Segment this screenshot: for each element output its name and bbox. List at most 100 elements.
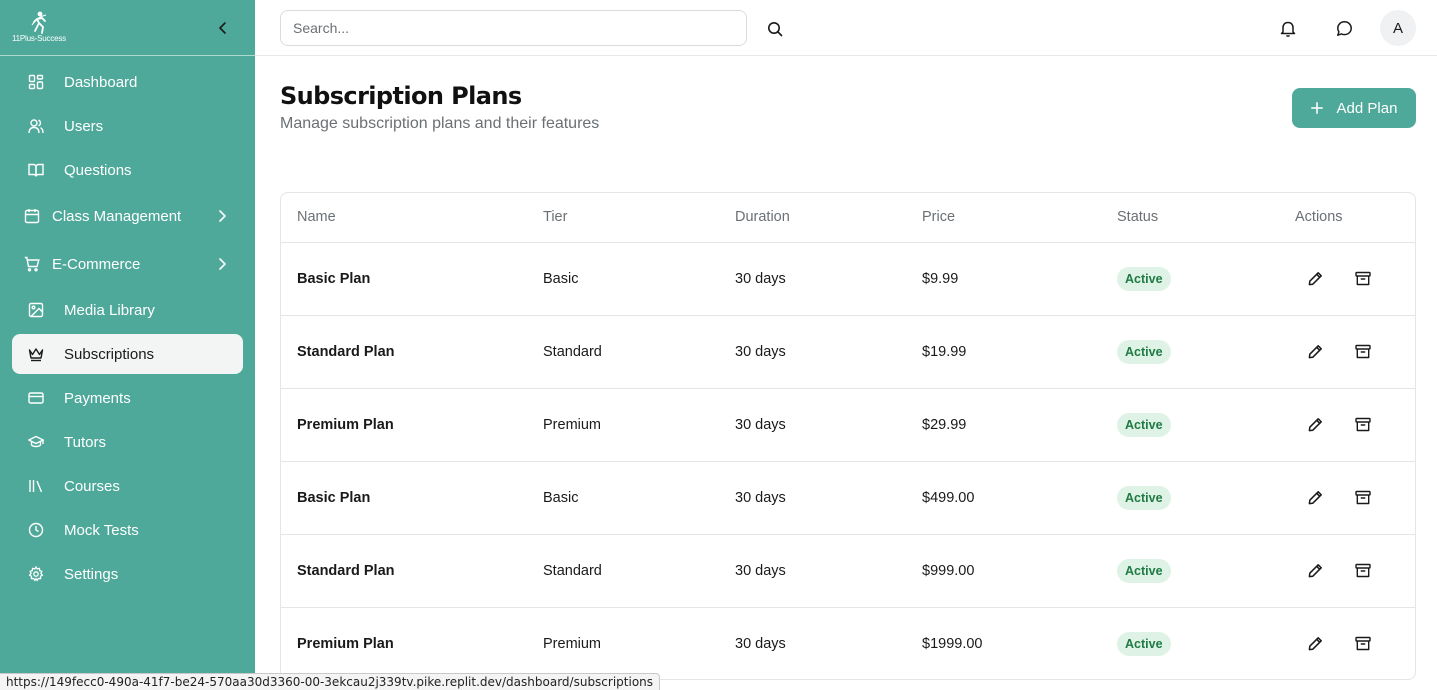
plan-tier: Premium <box>543 635 602 652</box>
actions-cell <box>1295 242 1415 315</box>
edit-button[interactable] <box>1303 340 1327 364</box>
image-icon <box>28 302 44 318</box>
archive-button[interactable] <box>1351 486 1375 510</box>
sidebar-item-label: Media Library <box>64 301 155 319</box>
sidebar-item-settings[interactable]: Settings <box>12 554 243 594</box>
edit-button[interactable] <box>1303 559 1327 583</box>
table-row: Standard Plan Standard 30 days $19.99 Active <box>281 315 1415 388</box>
brand-logo[interactable]: 11Plus-Success <box>12 11 74 45</box>
plan-price: $999.00 <box>922 562 975 579</box>
edit-button[interactable] <box>1303 267 1327 291</box>
archive-button[interactable] <box>1351 559 1375 583</box>
notifications-button[interactable] <box>1276 16 1300 40</box>
column-header-price: Price <box>922 193 1117 243</box>
plan-duration: 30 days <box>735 343 786 360</box>
status-cell: Active <box>1117 534 1295 607</box>
sidebar-item-payments[interactable]: Payments <box>12 378 243 418</box>
sidebar-item-media-library[interactable]: Media Library <box>12 290 243 330</box>
plan-duration: 30 days <box>735 416 786 433</box>
actions-cell <box>1295 534 1415 607</box>
pencil-icon <box>1308 490 1323 505</box>
archive-button[interactable] <box>1351 267 1375 291</box>
plan-price: $19.99 <box>922 343 967 360</box>
sidebar-item-courses[interactable]: Courses <box>12 466 243 506</box>
sidebar-item-subscriptions[interactable]: Subscriptions <box>12 334 243 374</box>
plans-table: Name Tier Duration Price Status Actions … <box>280 192 1416 680</box>
status-cell: Active <box>1117 461 1295 534</box>
collapse-sidebar-button[interactable] <box>213 18 233 38</box>
sidebar-nav: Dashboard Users Questions Class Manageme… <box>12 62 243 598</box>
runner-logo-icon <box>31 11 47 34</box>
actions-cell <box>1295 461 1415 534</box>
column-header-duration: Duration <box>735 193 922 243</box>
book-icon <box>28 162 44 178</box>
table-row: Premium Plan Premium 30 days $29.99 Active <box>281 388 1415 461</box>
sidebar-item-questions[interactable]: Questions <box>12 150 243 190</box>
sidebar-header: 11Plus-Success <box>0 0 255 56</box>
table-row: Premium Plan Premium 30 days $1999.00 Active <box>281 607 1415 679</box>
search-button[interactable] <box>764 18 786 40</box>
column-header-name: Name <box>281 193 543 243</box>
sidebar-item-label: Class Management <box>52 207 182 225</box>
plan-price: $1999.00 <box>922 635 983 652</box>
archive-icon <box>1355 490 1371 505</box>
sidebar-item-label: Courses <box>64 477 120 495</box>
crown-icon <box>28 346 44 362</box>
status-badge: Active <box>1117 485 1171 510</box>
plan-duration: 30 days <box>735 635 786 652</box>
edit-button[interactable] <box>1303 486 1327 510</box>
archive-button[interactable] <box>1351 632 1375 656</box>
column-header-status: Status <box>1117 193 1295 243</box>
chevron-left-icon <box>219 22 226 34</box>
credit-card-icon <box>28 390 44 406</box>
plan-duration: 30 days <box>735 489 786 506</box>
search-input[interactable] <box>280 10 747 46</box>
sidebar-item-label: Subscriptions <box>64 345 155 363</box>
plan-tier: Standard <box>543 343 602 360</box>
message-circle-icon <box>1336 20 1352 36</box>
add-plan-button[interactable]: Add Plan <box>1292 88 1416 128</box>
archive-button[interactable] <box>1351 340 1375 364</box>
sidebar-item-e-commerce[interactable]: E-Commerce <box>12 242 243 286</box>
archive-button[interactable] <box>1351 413 1375 437</box>
plan-price: $29.99 <box>922 416 967 433</box>
archive-icon <box>1355 271 1371 286</box>
calendar-icon <box>24 208 40 224</box>
sidebar-item-users[interactable]: Users <box>12 106 243 146</box>
sidebar-item-label: Mock Tests <box>64 521 139 539</box>
add-plan-label: Add Plan <box>1336 99 1398 117</box>
sidebar-item-tutors[interactable]: Tutors <box>12 422 243 462</box>
plan-name: Standard Plan <box>297 562 395 579</box>
pencil-icon <box>1308 271 1323 286</box>
status-bar-url: https://149fecc0-490a-41f7-be24-570aa30d… <box>0 673 661 690</box>
column-header-tier: Tier <box>543 193 735 243</box>
page-title: Subscription Plans <box>280 82 522 110</box>
actions-cell <box>1295 315 1415 388</box>
grid-icon <box>28 74 44 90</box>
brand-name: 11Plus-Success <box>12 34 66 43</box>
plan-duration: 30 days <box>735 270 786 287</box>
plan-tier: Basic <box>543 489 579 506</box>
gear-icon <box>28 566 44 582</box>
sidebar-item-mock-tests[interactable]: Mock Tests <box>12 510 243 550</box>
plan-tier: Basic <box>543 270 579 287</box>
sidebar-item-label: Tutors <box>64 433 106 451</box>
sidebar-item-label: Questions <box>64 161 132 179</box>
edit-button[interactable] <box>1303 632 1327 656</box>
archive-icon <box>1355 344 1371 359</box>
archive-icon <box>1355 417 1371 432</box>
messages-button[interactable] <box>1332 16 1356 40</box>
table-row: Basic Plan Basic 30 days $9.99 Active <box>281 242 1415 315</box>
sidebar-item-dashboard[interactable]: Dashboard <box>12 62 243 102</box>
edit-button[interactable] <box>1303 413 1327 437</box>
plan-name: Basic Plan <box>297 489 371 506</box>
sidebar-item-class-management[interactable]: Class Management <box>12 194 243 238</box>
actions-cell <box>1295 607 1415 679</box>
column-header-actions: Actions <box>1295 193 1415 243</box>
users-icon <box>28 118 44 134</box>
actions-cell <box>1295 388 1415 461</box>
status-badge: Active <box>1117 412 1171 437</box>
sidebar-item-label: Payments <box>64 389 131 407</box>
avatar[interactable]: A <box>1380 10 1416 46</box>
page-subtitle: Manage subscription plans and their feat… <box>280 115 600 132</box>
